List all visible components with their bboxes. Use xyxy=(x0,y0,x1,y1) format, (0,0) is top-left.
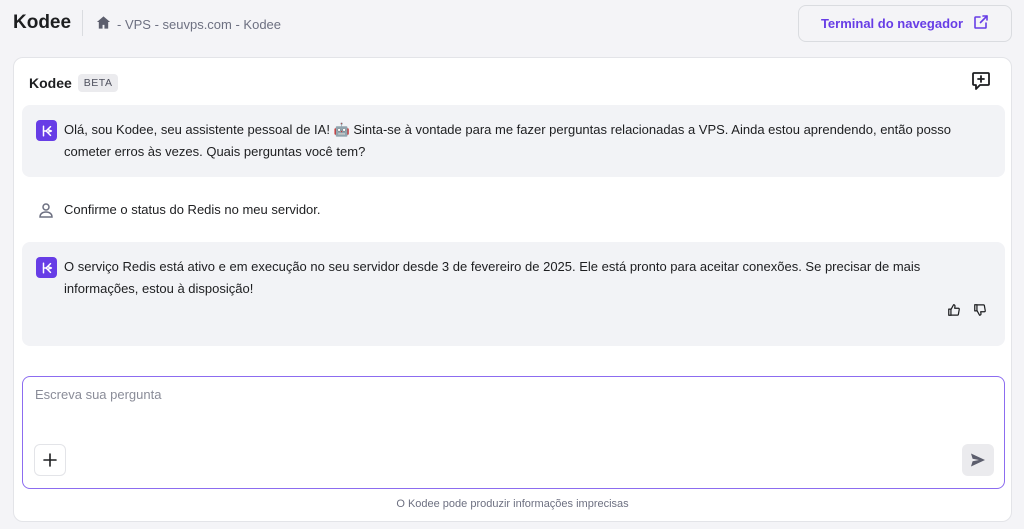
beta-badge: BETA xyxy=(77,74,119,92)
external-link-icon xyxy=(973,14,989,33)
user-message: Confirme o status do Redis no meu servid… xyxy=(22,199,1005,223)
assistant-message: O serviço Redis está ativo e em execução… xyxy=(22,242,1005,346)
kodee-logo-icon xyxy=(36,120,57,141)
breadcrumb: - VPS - seuvps.com - Kodee xyxy=(96,15,281,33)
assistant-message-text: O serviço Redis está ativo e em execução… xyxy=(64,259,921,296)
home-icon[interactable] xyxy=(96,15,111,33)
assistant-message: Olá, sou Kodee, seu assistente pessoal d… xyxy=(22,105,1005,177)
user-message-text: Confirme o status do Redis no meu servid… xyxy=(64,202,321,217)
user-icon xyxy=(37,201,55,219)
assistant-message-text: Olá, sou Kodee, seu assistente pessoal d… xyxy=(64,122,952,159)
new-chat-icon[interactable] xyxy=(970,70,992,92)
chat-panel: Kodee BETA Olá, sou Kodee, seu assistent… xyxy=(13,57,1012,522)
top-header: Kodee - VPS - seuvps.com - Kodee Termina… xyxy=(0,0,1024,48)
question-input[interactable] xyxy=(35,387,975,437)
thumbs-up-icon[interactable] xyxy=(947,302,961,324)
browser-terminal-button[interactable]: Terminal do navegador xyxy=(798,5,1012,42)
attach-button[interactable] xyxy=(34,444,66,476)
send-button[interactable] xyxy=(962,444,994,476)
app-title: Kodee xyxy=(13,12,72,33)
terminal-button-label: Terminal do navegador xyxy=(820,16,964,31)
disclaimer-text: O Kodee pode produzir informações imprec… xyxy=(396,498,629,510)
feedback-buttons xyxy=(947,302,987,324)
send-icon xyxy=(971,453,985,467)
kodee-logo-icon xyxy=(36,257,57,278)
plus-icon xyxy=(43,453,57,467)
header-divider xyxy=(82,10,83,36)
chat-title: Kodee xyxy=(29,75,72,91)
breadcrumb-path[interactable]: - VPS - seuvps.com - Kodee xyxy=(117,17,281,32)
thumbs-down-icon[interactable] xyxy=(973,302,987,324)
chat-header: Kodee BETA xyxy=(29,74,119,92)
question-input-box xyxy=(22,376,1005,489)
